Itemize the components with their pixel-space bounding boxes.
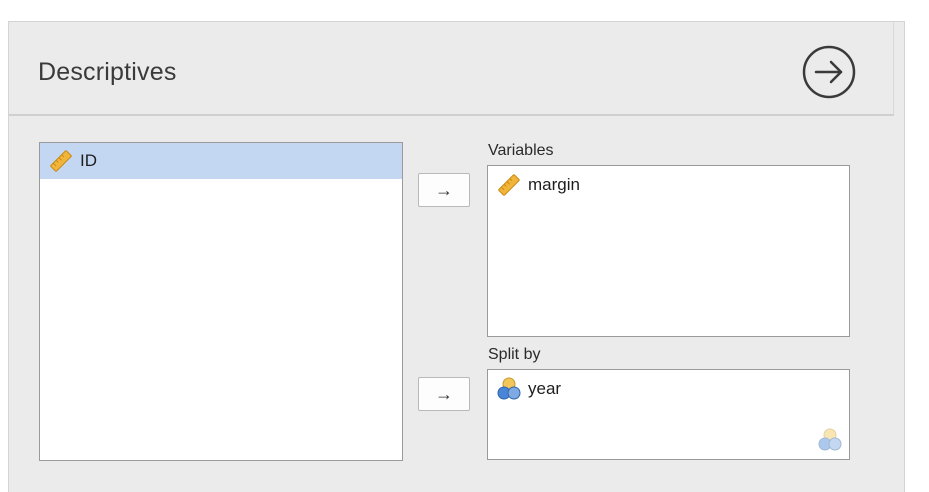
list-item[interactable]: ID xyxy=(40,143,402,179)
variables-label: Variables xyxy=(488,142,554,159)
panel-header: Descriptives xyxy=(9,22,894,116)
variables-target-list[interactable]: margin xyxy=(487,165,850,337)
page-title: Descriptives xyxy=(38,58,177,86)
arrow-right-icon: → xyxy=(435,179,453,200)
available-variables-list[interactable]: ID xyxy=(39,142,403,461)
variable-label: margin xyxy=(528,175,580,194)
variable-label: ID xyxy=(80,151,97,170)
list-item[interactable]: margin xyxy=(488,172,580,198)
move-to-variables-button[interactable]: → xyxy=(418,173,470,207)
split-by-label: Split by xyxy=(488,346,541,363)
split-by-target-list[interactable]: year xyxy=(487,369,850,460)
nominal-circles-icon xyxy=(496,376,522,402)
ruler-icon xyxy=(496,172,522,198)
arrow-right-icon: → xyxy=(435,383,453,404)
run-button[interactable] xyxy=(801,44,857,100)
ruler-icon xyxy=(48,148,74,174)
move-to-split-by-button[interactable]: → xyxy=(418,377,470,411)
variable-label: year xyxy=(528,379,562,398)
list-item[interactable]: year xyxy=(488,376,561,402)
descriptives-panel: Descriptives ID → → Variables margin Spl… xyxy=(8,21,905,492)
arrow-circle-right-icon xyxy=(802,45,856,99)
nominal-circles-icon xyxy=(817,427,843,453)
